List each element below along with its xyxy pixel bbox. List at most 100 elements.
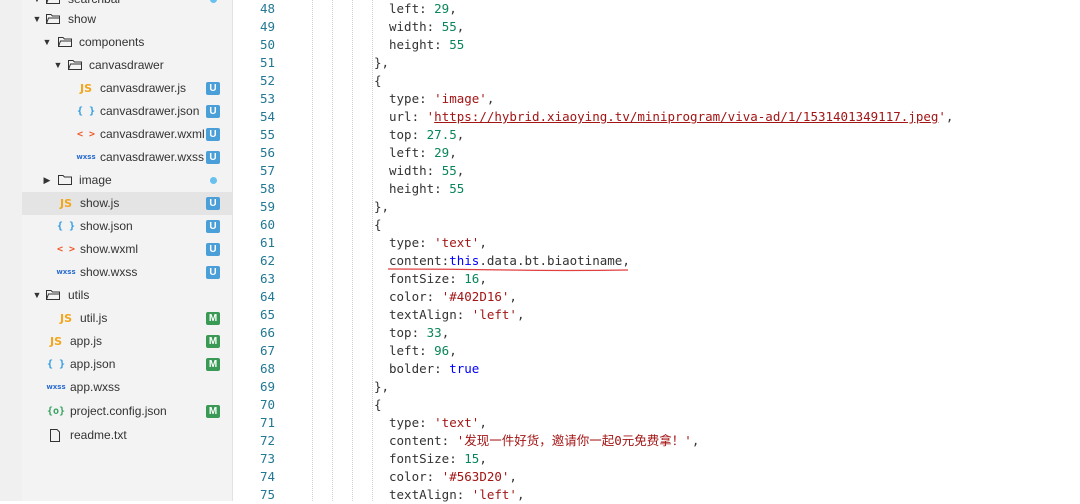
- code-line[interactable]: top: 27.5,: [389, 126, 464, 144]
- line-number: 68: [259, 361, 275, 376]
- tree-file-util-js[interactable]: JS util.js M: [22, 307, 232, 330]
- untracked-badge: U: [206, 82, 220, 95]
- tree-item-label: util.js: [80, 311, 108, 325]
- code-line[interactable]: textAlign: 'left',: [389, 486, 524, 504]
- code-line[interactable]: bolder: true: [389, 360, 479, 378]
- line-number: 58: [259, 181, 275, 196]
- folder-open-icon: [68, 60, 82, 70]
- untracked-badge: U: [206, 266, 220, 279]
- line-number: 63: [259, 271, 275, 286]
- tree-file-readme[interactable]: readme.txt: [22, 424, 232, 447]
- tree-file-show-wxml[interactable]: < > show.wxml U: [22, 238, 232, 261]
- line-number: 64: [259, 289, 275, 304]
- untracked-badge: U: [206, 243, 220, 256]
- line-number: 49: [259, 19, 275, 34]
- error-squiggle: [388, 268, 628, 272]
- untracked-badge: U: [206, 197, 220, 210]
- line-number: 48: [259, 1, 275, 16]
- code-line[interactable]: textAlign: 'left',: [389, 306, 524, 324]
- line-number: 59: [259, 199, 275, 214]
- code-line[interactable]: type: 'text',: [389, 414, 487, 432]
- code-line[interactable]: width: 55,: [389, 18, 464, 36]
- line-number: 54: [259, 109, 275, 124]
- code-line[interactable]: url: 'https://hybrid.xiaoying.tv/minipro…: [389, 108, 953, 126]
- code-line[interactable]: type: 'text',: [389, 234, 487, 252]
- code-line[interactable]: {: [374, 216, 382, 234]
- tree-item-label: app.wxss: [70, 380, 121, 394]
- tree-folder-image[interactable]: ▶ image: [22, 169, 232, 192]
- wxss-file-icon: wxss: [56, 268, 76, 276]
- tree-file-cd-json[interactable]: { } canvasdrawer.json U: [22, 100, 232, 123]
- line-number: 62: [259, 253, 275, 268]
- modified-badge: M: [206, 358, 220, 371]
- tree-item-label: utils: [68, 288, 90, 302]
- chevron-down-icon[interactable]: ▼: [32, 8, 42, 31]
- chevron-down-icon[interactable]: ▼: [53, 54, 63, 77]
- tree-item-label: canvasdrawer: [89, 58, 164, 72]
- untracked-badge: U: [206, 105, 220, 118]
- line-number: 71: [259, 415, 275, 430]
- tree-file-show-js[interactable]: JS show.js U: [22, 192, 232, 215]
- indent-guide: [332, 0, 333, 501]
- code-line[interactable]: type: 'image',: [389, 90, 494, 108]
- line-number: 70: [259, 397, 275, 412]
- code-line[interactable]: top: 33,: [389, 324, 449, 342]
- code-line[interactable]: left: 29,: [389, 0, 457, 18]
- folder-icon: [58, 175, 72, 185]
- code-line[interactable]: height: 55: [389, 180, 464, 198]
- code-line[interactable]: height: 55: [389, 36, 464, 54]
- tree-file-app-json[interactable]: { } app.json M: [22, 353, 232, 376]
- tree-file-app-js[interactable]: JS app.js M: [22, 330, 232, 353]
- json-file-icon: { }: [76, 106, 96, 117]
- modified-badge: M: [206, 312, 220, 325]
- wxss-file-icon: wxss: [76, 153, 96, 161]
- code-line[interactable]: {: [374, 396, 382, 414]
- chevron-right-icon[interactable]: ▶: [42, 169, 52, 192]
- code-line[interactable]: width: 55,: [389, 162, 464, 180]
- json-file-icon: { }: [56, 221, 76, 232]
- tree-file-show-wxss[interactable]: wxss show.wxss U: [22, 261, 232, 284]
- line-number: 74: [259, 469, 275, 484]
- code-line[interactable]: },: [374, 54, 389, 72]
- json-file-icon: { }: [46, 359, 66, 370]
- code-editor[interactable]: 48 49 50 51 52 53 54 55 56 57 58 59 60 61 62 63 64 65 66 67…: [233, 0, 1080, 504]
- tree-file-cd-wxml[interactable]: < > canvasdrawer.wxml U: [22, 123, 232, 146]
- code-line[interactable]: content: '发现一件好货，邀请你一起0元免费拿！',: [389, 432, 699, 450]
- tree-item-label: show.wxss: [80, 265, 138, 279]
- line-number: 55: [259, 127, 275, 142]
- tree-file-show-json[interactable]: { } show.json U: [22, 215, 232, 238]
- line-number: 51: [259, 55, 275, 70]
- code-line[interactable]: left: 96,: [389, 342, 457, 360]
- line-number: 52: [259, 73, 275, 88]
- line-number: 56: [259, 145, 275, 160]
- line-number: 60: [259, 217, 275, 232]
- code-line[interactable]: left: 29,: [389, 144, 457, 162]
- code-line[interactable]: },: [374, 378, 389, 396]
- modified-badge: M: [206, 405, 220, 418]
- untracked-badge: U: [206, 220, 220, 233]
- code-line[interactable]: fontSize: 15,: [389, 450, 487, 468]
- folder-open-icon: [46, 0, 60, 4]
- js-file-icon: JS: [79, 82, 92, 95]
- tree-item-label: canvasdrawer.js: [100, 81, 187, 95]
- chevron-down-icon[interactable]: ▼: [42, 31, 52, 54]
- code-line[interactable]: },: [374, 198, 389, 216]
- tree-folder-utils[interactable]: ▼ utils: [22, 284, 232, 307]
- tree-item-label: show.json: [80, 219, 133, 233]
- tree-file-cd-js[interactable]: JS canvasdrawer.js U: [22, 77, 232, 100]
- tree-file-cd-wxss[interactable]: wxss canvasdrawer.wxss U: [22, 146, 232, 169]
- code-line[interactable]: color: '#563D20',: [389, 468, 517, 486]
- code-line[interactable]: {: [374, 72, 382, 90]
- code-line[interactable]: color: '#402D16',: [389, 288, 517, 306]
- tree-file-project-config[interactable]: {o} project.config.json M: [22, 400, 232, 423]
- untracked-badge: U: [206, 128, 220, 141]
- tree-folder-canvasdrawer[interactable]: ▼ canvasdrawer: [22, 54, 232, 77]
- tree-item-label: show.js: [80, 196, 120, 210]
- tree-item-label: project.config.json: [70, 404, 167, 418]
- line-number: 72: [259, 433, 275, 448]
- indent-guide: [312, 0, 313, 501]
- chevron-down-icon[interactable]: ▼: [32, 284, 42, 307]
- tree-file-app-wxss[interactable]: wxss app.wxss: [22, 376, 232, 399]
- tree-folder-components[interactable]: ▼ components: [22, 31, 232, 54]
- tree-folder-show[interactable]: ▼ show: [22, 8, 232, 31]
